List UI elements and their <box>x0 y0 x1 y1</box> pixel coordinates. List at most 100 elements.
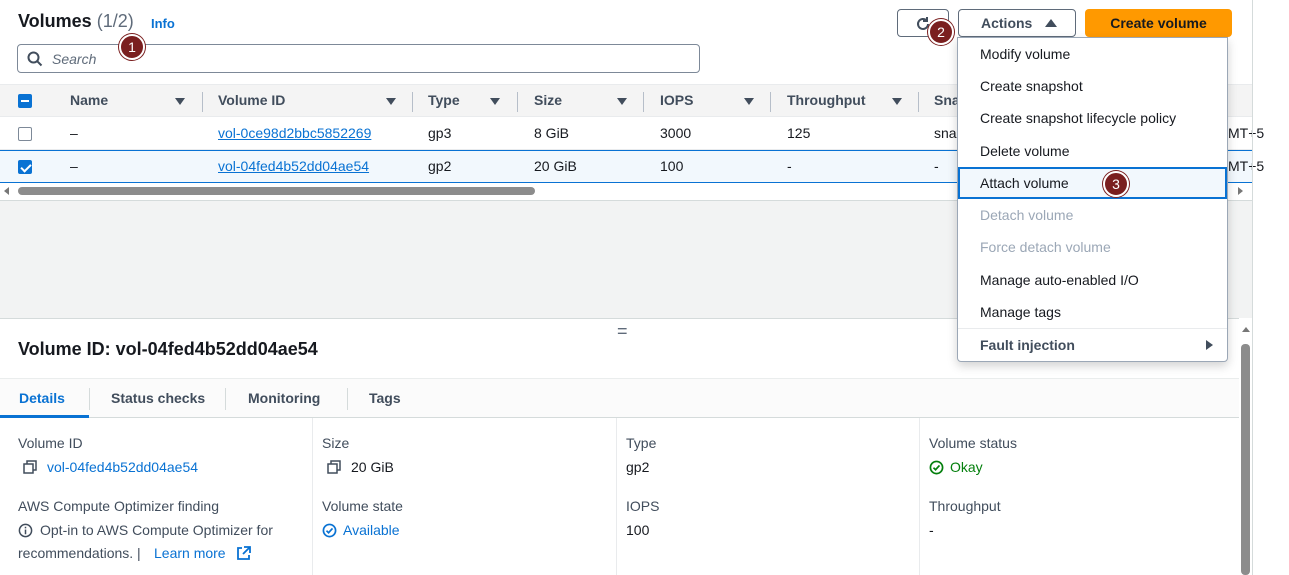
sort-icon[interactable] <box>892 98 902 105</box>
optimizer-label: AWS Compute Optimizer finding <box>18 498 219 514</box>
type-value: gp2 <box>626 459 650 475</box>
actions-menu: Modify volume Create snapshot Create sna… <box>957 37 1228 362</box>
volume-status-label: Volume status <box>929 435 1017 451</box>
sort-icon[interactable] <box>386 98 396 105</box>
tab-details[interactable]: Details <box>19 390 65 406</box>
row-checkbox[interactable] <box>18 127 32 141</box>
create-volume-button[interactable]: Create volume <box>1085 9 1232 37</box>
cell-volume-id-link[interactable]: vol-0ce98d2bbc5852269 <box>218 125 371 141</box>
column-header-size[interactable]: Size <box>534 92 562 108</box>
column-divider[interactable] <box>918 92 919 112</box>
cell-size: 20 GiB <box>534 158 577 174</box>
resize-handle[interactable]: = <box>617 321 628 342</box>
scrollbar-thumb[interactable] <box>18 187 535 195</box>
sort-icon[interactable] <box>744 98 754 105</box>
column-header-type[interactable]: Type <box>428 92 460 108</box>
panel-title: Volumes (1/2) <box>18 11 134 32</box>
menu-item-manage-tags[interactable]: Manage tags <box>958 296 1227 328</box>
menu-item-detach-volume: Detach volume <box>980 207 1074 223</box>
tab-status-checks[interactable]: Status checks <box>111 390 205 406</box>
search-icon <box>27 51 43 67</box>
sort-icon[interactable] <box>617 98 627 105</box>
column-divider[interactable] <box>643 92 644 112</box>
sort-icon[interactable] <box>490 98 500 105</box>
scroll-left-icon[interactable] <box>4 187 9 195</box>
cell-snapshot: sna <box>934 125 957 141</box>
actions-button-label: Actions <box>981 15 1033 31</box>
volume-state-value: Available <box>343 522 400 538</box>
tab-divider <box>89 388 90 410</box>
menu-item-manage-auto-enabled-io[interactable]: Manage auto-enabled I/O <box>958 264 1227 296</box>
menu-item-modify-volume[interactable]: Modify volume <box>958 38 1227 70</box>
menu-item-create-snapshot[interactable]: Create snapshot <box>958 70 1227 102</box>
column-divider[interactable] <box>412 92 413 112</box>
select-all-checkbox[interactable] <box>18 94 32 108</box>
cell-volume-id-link[interactable]: vol-04fed4b52dd04ae54 <box>218 158 369 174</box>
learn-more-link[interactable]: Learn more <box>154 545 226 561</box>
menu-item-create-snapshot-lifecycle-policy[interactable]: Create snapshot lifecycle policy <box>958 102 1227 134</box>
copy-icon[interactable] <box>23 460 37 474</box>
throughput-label: Throughput <box>929 498 1001 514</box>
iops-label: IOPS <box>626 498 660 514</box>
column-divider[interactable] <box>517 92 518 112</box>
tab-tags[interactable]: Tags <box>369 390 401 406</box>
menu-item-force-detach-volume: Force detach volume <box>980 239 1111 255</box>
cell-iops: 100 <box>660 158 684 174</box>
actions-button[interactable]: Actions <box>958 9 1076 37</box>
iops-value: 100 <box>626 522 650 538</box>
step-marker-3: 3 <box>1103 171 1129 197</box>
cell-size: 8 GiB <box>534 125 570 141</box>
type-label: Type <box>626 435 657 451</box>
tabs-bar: Details Status checks Monitoring Tags <box>0 378 1240 418</box>
cell-type: gp3 <box>428 125 452 141</box>
volume-status-value: Okay <box>950 459 983 475</box>
volume-state-label: Volume state <box>322 498 403 514</box>
scroll-right-icon[interactable] <box>1238 187 1243 195</box>
menu-item-fault-injection[interactable]: Fault injection <box>958 328 1227 360</box>
panel-title-text: Volumes <box>18 11 92 31</box>
cell-created: MT+5 <box>1228 158 1265 174</box>
volume-id-label: Volume ID <box>18 435 83 451</box>
cell-type: gp2 <box>428 158 452 174</box>
info-link[interactable]: Info <box>151 16 175 31</box>
volume-id-value[interactable]: vol-04fed4b52dd04ae54 <box>47 459 198 475</box>
scroll-up-icon[interactable] <box>1242 327 1250 332</box>
chevron-right-icon <box>1206 340 1213 350</box>
selection-count: (1/2) <box>96 11 134 31</box>
column-header-throughput[interactable]: Throughput <box>787 92 866 108</box>
status-ok-icon <box>929 460 944 475</box>
info-icon <box>18 523 33 538</box>
column-divider <box>312 418 313 575</box>
caret-up-icon <box>1045 19 1057 27</box>
cell-name: – <box>70 158 78 174</box>
menu-item-attach-volume[interactable]: Attach volume <box>958 167 1227 199</box>
vertical-scrollbar[interactable] <box>1239 318 1253 575</box>
row-checkbox[interactable] <box>18 160 32 174</box>
cell-name: – <box>70 125 78 141</box>
external-link-icon[interactable] <box>236 546 251 561</box>
optimizer-text: Opt-in to AWS Compute Optimizer for <box>40 522 273 538</box>
tab-divider <box>225 388 226 410</box>
column-header-snapshot[interactable]: Sna <box>934 92 960 108</box>
status-available-icon <box>322 523 337 538</box>
column-divider[interactable] <box>770 92 771 112</box>
throughput-value: - <box>929 522 934 538</box>
scrollbar-thumb[interactable] <box>1241 344 1250 575</box>
column-header-iops[interactable]: IOPS <box>660 92 693 108</box>
column-divider <box>919 418 920 575</box>
cell-created: MT+5 <box>1228 125 1265 141</box>
copy-icon[interactable] <box>327 460 341 474</box>
tab-monitoring[interactable]: Monitoring <box>248 390 320 406</box>
column-header-volume-id[interactable]: Volume ID <box>218 92 285 108</box>
cell-snapshot: - <box>934 158 939 174</box>
column-divider <box>616 418 617 575</box>
cell-throughput: 125 <box>787 125 811 141</box>
column-divider[interactable] <box>202 92 203 112</box>
sort-icon[interactable] <box>175 98 185 105</box>
tab-divider <box>347 388 348 410</box>
active-tab-indicator <box>0 415 89 418</box>
menu-item-delete-volume[interactable]: Delete volume <box>958 135 1227 167</box>
size-label: Size <box>322 435 350 451</box>
column-header-name[interactable]: Name <box>70 92 108 108</box>
cell-throughput: - <box>787 158 792 174</box>
